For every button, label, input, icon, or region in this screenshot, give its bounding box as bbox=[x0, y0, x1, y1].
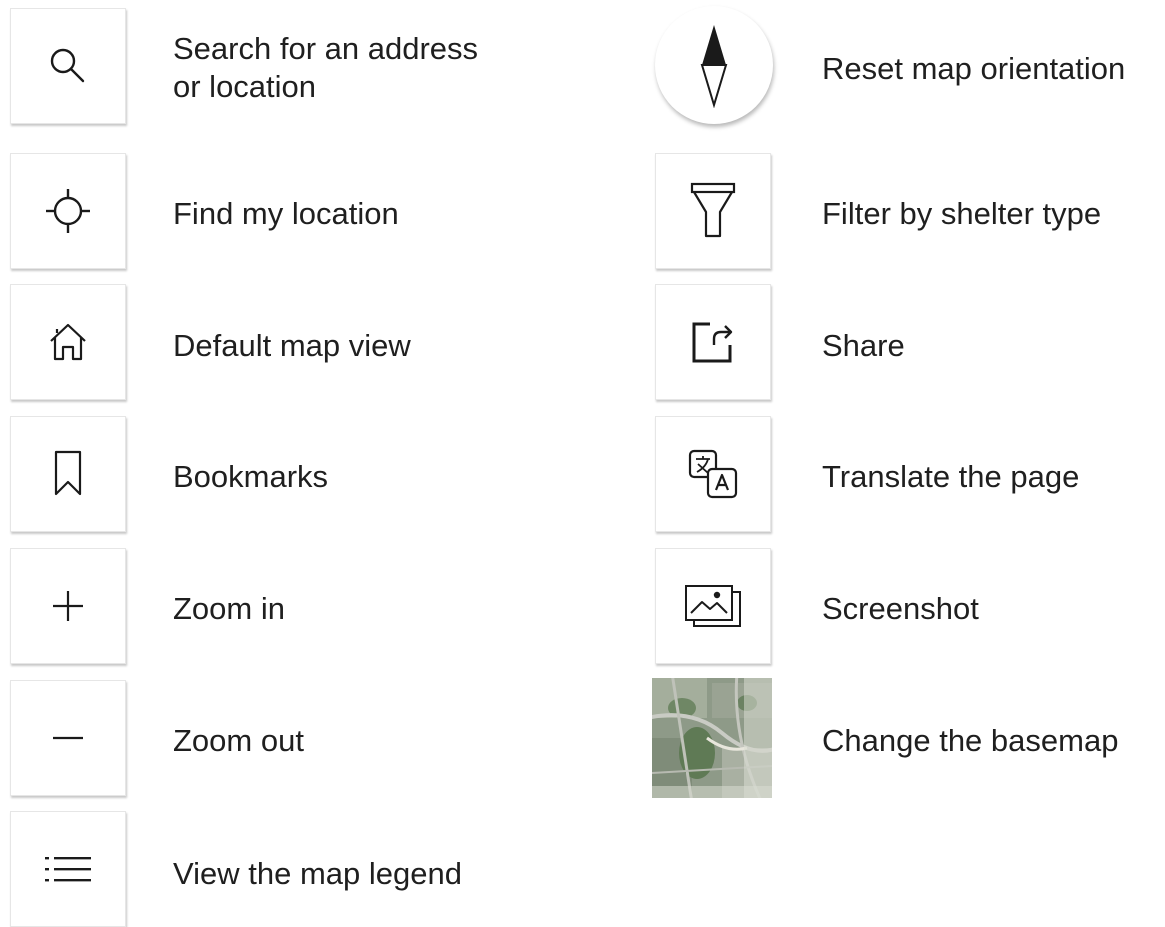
filter-label: Filter by shelter type bbox=[822, 196, 1102, 231]
compass-icon bbox=[700, 25, 728, 108]
filter-button[interactable] bbox=[655, 153, 771, 269]
translate-label: Translate the page bbox=[822, 459, 1080, 494]
bookmark-icon bbox=[54, 450, 82, 496]
compass-button[interactable] bbox=[655, 6, 773, 124]
zoom-in-button[interactable] bbox=[10, 548, 126, 664]
zoom-out-button[interactable] bbox=[10, 680, 126, 796]
share-label: Share bbox=[822, 328, 905, 363]
locate-icon bbox=[46, 189, 90, 233]
compass-label: Reset map orientation bbox=[822, 51, 1126, 86]
legend-button[interactable] bbox=[10, 811, 126, 927]
translate-icon bbox=[688, 449, 738, 499]
locate-label: Find my location bbox=[173, 196, 399, 231]
home-button[interactable] bbox=[10, 284, 126, 400]
list-icon bbox=[45, 856, 91, 882]
basemap-button[interactable] bbox=[652, 678, 772, 798]
minus-icon bbox=[53, 736, 83, 740]
plus-icon bbox=[53, 591, 83, 621]
basemap-label: Change the basemap bbox=[822, 723, 1119, 758]
filter-icon bbox=[690, 182, 736, 238]
home-icon bbox=[50, 323, 86, 361]
home-label: Default map view bbox=[173, 328, 411, 363]
translate-button[interactable] bbox=[655, 416, 771, 532]
share-icon bbox=[692, 322, 733, 363]
legend-label: View the map legend bbox=[173, 856, 462, 891]
search-label: Search for an address or location bbox=[173, 31, 479, 104]
share-button[interactable] bbox=[655, 284, 771, 400]
bookmarks-label: Bookmarks bbox=[173, 459, 329, 494]
locate-button[interactable] bbox=[10, 153, 126, 269]
zoom-in-label: Zoom in bbox=[173, 591, 285, 626]
screenshot-icon bbox=[685, 585, 741, 627]
bookmarks-button[interactable] bbox=[10, 416, 126, 532]
screenshot-button[interactable] bbox=[655, 548, 771, 664]
search-icon bbox=[50, 48, 85, 83]
search-button[interactable] bbox=[10, 8, 126, 124]
screenshot-label: Screenshot bbox=[822, 591, 979, 626]
zoom-out-label: Zoom out bbox=[173, 723, 304, 758]
basemap-thumbnail bbox=[652, 678, 772, 798]
